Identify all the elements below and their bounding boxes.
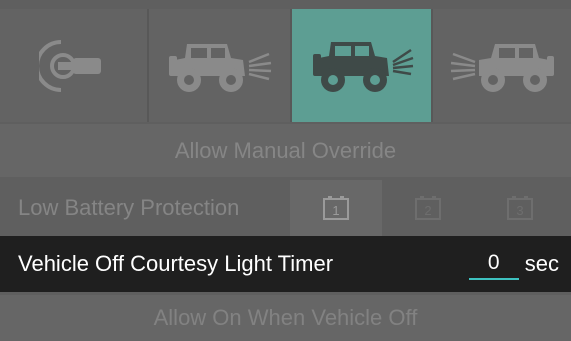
courtesy-light-timer-row: Vehicle Off Courtesy Light Timer sec xyxy=(0,236,571,292)
battery-level-2-text: 2 xyxy=(424,203,431,218)
allow-manual-override-button[interactable]: Allow Manual Override xyxy=(0,124,571,177)
ignition-key-icon xyxy=(38,39,101,92)
lighting-settings-screen: Allow Manual Override Low Battery Protec… xyxy=(0,0,571,341)
low-battery-protection-label: Low Battery Protection xyxy=(18,195,240,220)
battery-level-3-text: 3 xyxy=(516,203,523,218)
vehicle-front-lights-right-icon xyxy=(450,43,554,92)
battery-3-icon: 3 xyxy=(507,196,533,220)
battery-level-3-option[interactable]: 3 xyxy=(474,180,566,236)
mode-tab-bar xyxy=(0,9,571,122)
vehicle-front-lights-icon xyxy=(312,41,413,92)
allow-on-when-vehicle-off-button[interactable]: Allow On When Vehicle Off xyxy=(0,295,571,341)
tab-ignition[interactable] xyxy=(0,9,149,122)
courtesy-light-timer-input[interactable] xyxy=(468,248,519,280)
tab-rear-lights[interactable] xyxy=(149,9,292,122)
battery-2-icon: 2 xyxy=(415,196,441,220)
allow-on-when-vehicle-off-label: Allow On When Vehicle Off xyxy=(153,305,418,330)
battery-level-1-option[interactable]: 1 xyxy=(290,180,382,236)
battery-level-1-text: 1 xyxy=(332,203,339,218)
tab-front-lights[interactable] xyxy=(292,9,433,122)
allow-manual-override-label: Allow Manual Override xyxy=(174,137,397,163)
courtesy-light-timer-label: Vehicle Off Courtesy Light Timer xyxy=(18,251,334,276)
battery-level-2-option[interactable]: 2 xyxy=(382,180,474,236)
battery-1-icon: 1 xyxy=(323,196,349,220)
timer-unit-label: sec xyxy=(524,251,559,276)
tab-front-lights-right[interactable] xyxy=(433,9,571,122)
low-battery-protection-row: Low Battery Protection 1 2 3 xyxy=(0,180,571,236)
vehicle-rear-lights-icon xyxy=(168,43,271,92)
